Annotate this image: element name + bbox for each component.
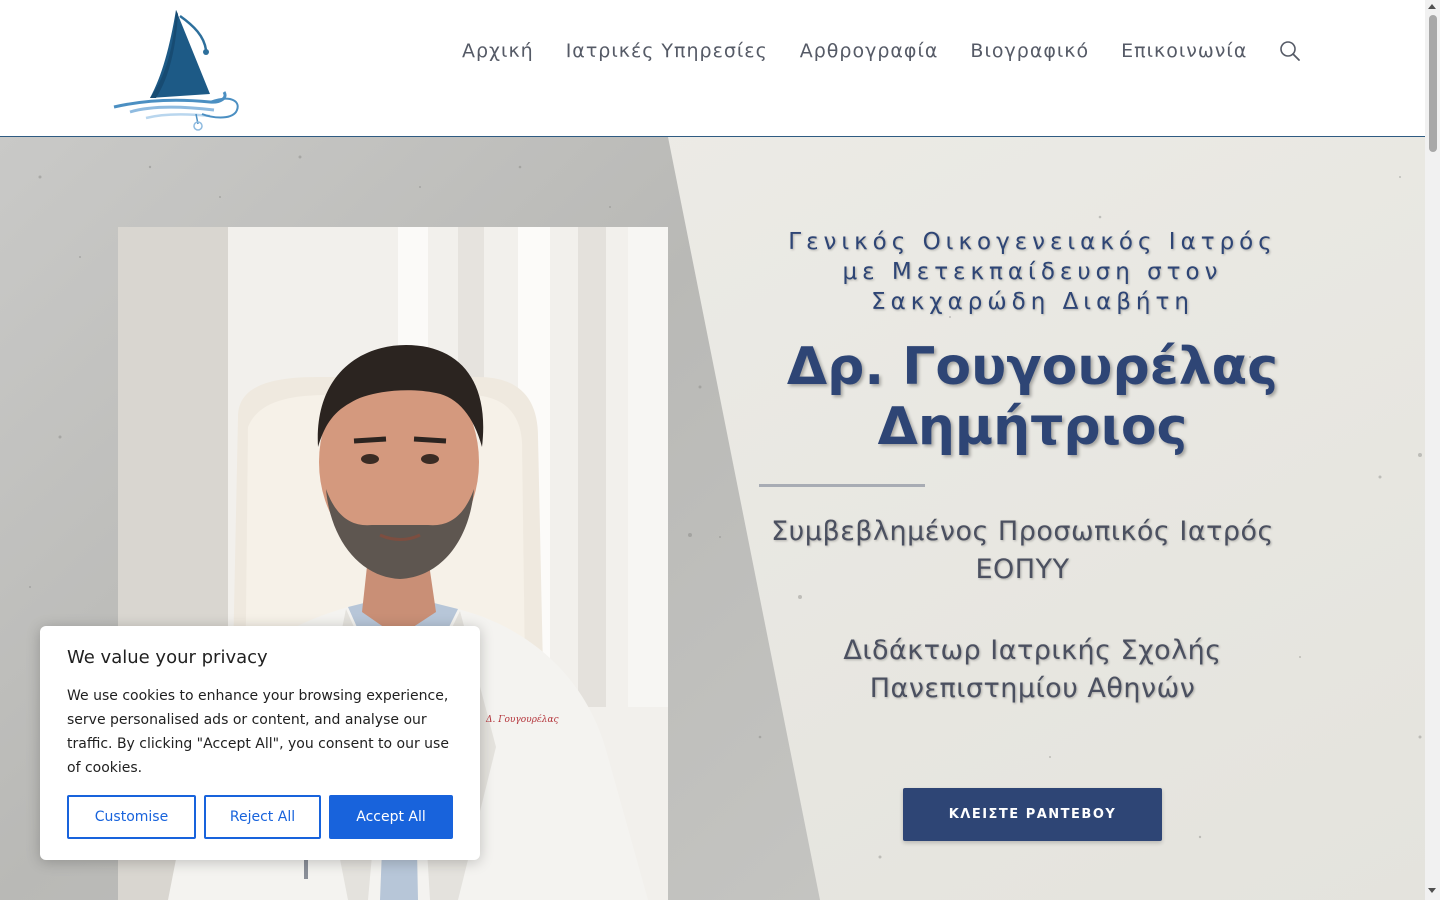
hero-subtitle: Γενικός Οικογενειακός Ιατρός με Μετεκπαί… [745,227,1320,317]
cookie-buttons: Customise Reject All Accept All [67,795,453,839]
cookie-accept-all-button[interactable]: Accept All [329,795,453,839]
cookie-title: We value your privacy [67,647,268,668]
cookie-description: We use cookies to enhance your browsing … [67,688,449,776]
doctor-name-title: Δρ. Γουγουρέλας Δημήτριος [745,337,1320,457]
hero-subtitle-line: Γενικός Οικογενειακός Ιατρός [788,229,1277,255]
main-nav: Αρχική Ιατρικές Υπηρεσίες Αρθρογραφία Βι… [462,40,1301,62]
site-header: Αρχική Ιατρικές Υπηρεσίες Αρθρογραφία Βι… [0,0,1425,137]
book-appointment-button[interactable]: ΚΛΕΙΣΤΕ ΡΑΝΤΕΒΟΥ [903,788,1162,841]
hero-divider [759,484,925,487]
search-icon[interactable] [1279,40,1301,62]
scroll-down-arrow-icon[interactable] [1428,888,1436,893]
coat-embroidery: Δ. Γουγουρέλας [485,714,560,725]
scroll-up-arrow-icon[interactable] [1428,4,1436,9]
nav-item-contact[interactable]: Επικοινωνία [1121,40,1247,62]
scrollbar-thumb[interactable] [1429,15,1437,152]
credential-line: Συμβεβλημένος Προσωπικός Ιατρός [771,516,1274,547]
credential-doctorate: Διδάκτωρ Ιατρικής Σχολής Πανεπιστημίου Α… [745,632,1320,708]
nav-item-biography[interactable]: Βιογραφικό [970,40,1089,62]
nav-item-home[interactable]: Αρχική [462,40,534,62]
cookie-consent-banner: We value your privacy We use cookies to … [40,626,480,860]
nav-item-articles[interactable]: Αρθρογραφία [800,40,939,62]
cookie-customise-button[interactable]: Customise [67,795,196,839]
hero-subtitle-line: με Μετεκπαίδευση στον [842,259,1223,285]
doctor-name-line: Δρ. Γουγουρέλας [786,337,1279,397]
site-logo[interactable] [110,6,244,132]
page-scrollbar[interactable] [1425,0,1440,900]
credential-line: Πανεπιστημίου Αθηνών [869,673,1196,704]
hero-subtitle-line: Σακχαρώδη Διαβήτη [871,289,1194,315]
credential-line: ΕΟΠΥΥ [975,554,1070,585]
credential-line: Διδάκτωρ Ιατρικής Σχολής [843,635,1222,666]
doctor-name-line: Δημήτριος [877,397,1188,457]
credential-eopyy: Συμβεβλημένος Προσωπικός Ιατρός ΕΟΠΥΥ [735,513,1310,589]
nav-item-medical-services[interactable]: Ιατρικές Υπηρεσίες [566,40,768,62]
cookie-reject-all-button[interactable]: Reject All [204,795,321,839]
